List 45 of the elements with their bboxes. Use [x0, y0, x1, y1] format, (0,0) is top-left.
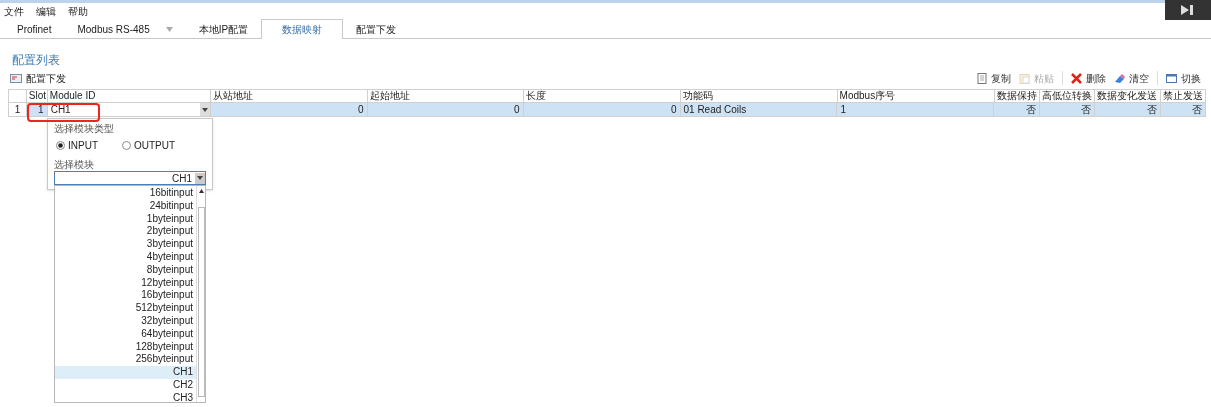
dropdown-option[interactable]: 16bitinput [55, 187, 196, 200]
dropdown-option[interactable]: CH1 [55, 366, 196, 379]
dropdown-option[interactable]: CH2 [55, 378, 196, 392]
table-cell: 1 [837, 103, 995, 116]
tab[interactable]: Modbus RS-485 [64, 20, 186, 38]
table-cell: 0 [210, 103, 368, 116]
module-dropdown[interactable]: CH1 [54, 171, 206, 185]
dropdown-option[interactable]: 12byteinput [55, 276, 196, 290]
dropdown-option[interactable]: 64byteinput [55, 327, 196, 341]
section-title: 配置列表 [11, 52, 61, 67]
dropdown-option[interactable]: 2byteinput [55, 225, 196, 239]
radio-button[interactable]: INPUT [56, 138, 98, 153]
dropdown-option[interactable]: 128byteinput [55, 340, 196, 354]
table-cell: 否 [994, 103, 1040, 116]
dropdown-option[interactable]: 16byteinput [55, 289, 196, 303]
dropdown-option[interactable]: 24bitinput [55, 199, 196, 213]
dropdown-option[interactable]: 256byteinput [55, 353, 196, 367]
dropdown-option[interactable]: 3byteinput [55, 238, 196, 251]
table-cell: 0 [523, 103, 681, 116]
delete-button[interactable]: 删除 [1071, 70, 1106, 86]
table-cell: 否 [1160, 103, 1206, 116]
dropdown-option[interactable]: 8byteinput [55, 263, 196, 277]
tab[interactable]: 配置下发 [343, 20, 410, 38]
field-label: 选择模块 [54, 159, 95, 171]
tab[interactable]: Profinet [4, 20, 65, 38]
radio-button[interactable]: OUTPUT [122, 138, 176, 153]
copy-button[interactable]: 复制 [976, 70, 1011, 86]
tab[interactable]: 本地IP配置 [185, 20, 262, 38]
dropdown-option[interactable]: 1byteinput [55, 212, 196, 226]
field-label: 选择模块类型 [54, 122, 115, 136]
download-button[interactable]: 配置下发 [10, 70, 66, 86]
dropdown-option[interactable]: 512byteinput [55, 302, 196, 315]
table-cell: 否 [1095, 103, 1161, 116]
menu-item[interactable]: 帮助 [68, 3, 88, 19]
dropdown-option[interactable]: CH3 [55, 391, 196, 402]
switch-button[interactable]: 切换 [1166, 70, 1201, 86]
dropdown-option[interactable]: 32byteinput [55, 314, 196, 328]
table-cell: 否 [1039, 103, 1096, 116]
menu-item[interactable]: 文件 [4, 3, 24, 19]
table-cell: 0 [367, 103, 524, 116]
table-cell: 01 Read Coils [680, 103, 838, 116]
menu-item[interactable]: 编辑 [36, 3, 56, 19]
clear-button[interactable]: 清空 [1114, 70, 1149, 86]
tab[interactable]: 数据映射 [261, 19, 344, 39]
dropdown-option[interactable]: 4byteinput [55, 251, 196, 264]
